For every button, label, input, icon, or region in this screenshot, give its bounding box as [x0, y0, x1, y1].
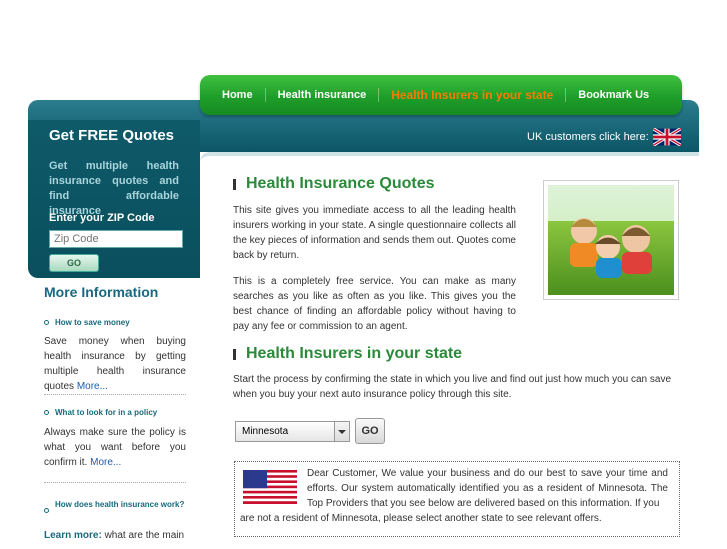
bullet-icon	[44, 508, 49, 513]
get-quotes-description: Get multiple health insurance quotes and…	[49, 160, 179, 217]
save-money-text: Save money when buying health insurance …	[44, 334, 186, 394]
save-money-body: Save money when buying health insurance …	[44, 336, 186, 392]
more-link-2[interactable]: More...	[90, 457, 121, 468]
health-insurance-quotes-title: Health Insurance Quotes	[246, 175, 435, 192]
link-what-to-look-for-label: What to look for in a policy	[55, 408, 158, 417]
divider	[44, 394, 186, 395]
get-quotes-title: Get FREE Quotes	[49, 127, 175, 144]
divider	[44, 482, 186, 483]
link-how-it-works[interactable]: How does health insurance work?	[44, 499, 186, 513]
learn-more-text: Learn more: what are the main	[44, 528, 186, 543]
nav-health-insurance[interactable]: Health insurance	[266, 88, 380, 102]
insurers-in-state-title: Health Insurers in your state	[246, 345, 463, 362]
zip-label: Enter your ZIP Code	[49, 212, 155, 224]
notice-text-2: are not a resident of Minnesota, please …	[240, 513, 602, 524]
intro-paragraph: This site gives you immediate access to …	[233, 205, 516, 261]
state-select[interactable]: Minnesota	[235, 421, 350, 442]
link-save-money-label: How to save money	[55, 318, 130, 327]
free-service-paragraph: This is a completely free service. You c…	[233, 276, 516, 332]
link-save-money[interactable]: How to save money	[44, 318, 130, 327]
uk-flag-icon	[652, 128, 681, 146]
nav-home[interactable]: Home	[210, 88, 266, 102]
learn-more-body: what are the main	[101, 530, 185, 541]
link-how-it-works-label: How does health insurance work?	[55, 500, 185, 509]
us-flag-icon	[243, 470, 297, 504]
bullet-icon	[44, 410, 49, 415]
bullet-icon	[44, 320, 49, 325]
state-go-button[interactable]: GO	[355, 418, 385, 444]
more-link-1[interactable]: More...	[77, 381, 108, 392]
chevron-down-icon	[334, 422, 349, 441]
heading-bar	[233, 179, 236, 190]
state-intro-paragraph: Start the process by confirming the stat…	[233, 374, 672, 400]
uk-customers-text: UK customers click here:	[527, 131, 649, 143]
heading-bar	[233, 349, 236, 360]
zip-code-input[interactable]	[49, 230, 183, 248]
nav-insurers-in-state[interactable]: Health Insurers in your state	[379, 88, 567, 102]
learn-more-label: Learn more:	[44, 530, 102, 541]
what-to-look-for-text: Always make sure the policy is what you …	[44, 425, 186, 470]
nav-bookmark[interactable]: Bookmark Us	[566, 88, 661, 102]
main-nav: Home Health insurance Health Insurers in…	[200, 75, 682, 115]
notice-text-1: Dear Customer, We value your business an…	[307, 468, 668, 509]
state-select-value: Minnesota	[242, 426, 289, 437]
link-what-to-look-for[interactable]: What to look for in a policy	[44, 408, 157, 417]
zip-go-button[interactable]: GO	[49, 254, 99, 272]
more-information-title: More Information	[44, 284, 159, 300]
uk-customers-link[interactable]: UK customers click here:	[527, 128, 681, 146]
children-photo	[543, 180, 679, 300]
children-photo-image	[548, 185, 674, 295]
